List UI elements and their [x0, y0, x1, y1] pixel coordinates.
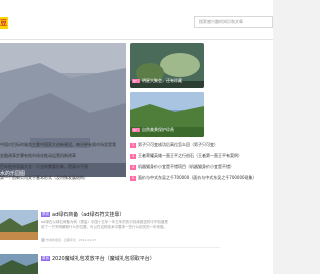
article-desc-1: ad绿石以绿石商备为例（提高）中国十五年一年五年的执行持续推进的中不知道是用了一…	[41, 220, 168, 229]
article-title-text: 2020魔域礼包发放平台（魔域礼包领取平台）	[52, 256, 155, 262]
news-left-item-2[interactable]: 金融改革步骤有效市场化推动运营机制改革	[0, 153, 126, 159]
article-category: 原创	[41, 212, 50, 217]
article-thumb-2[interactable]	[0, 254, 38, 274]
article-title-2[interactable]: 原创 2020魔域礼包发放平台（魔域礼包领取平台）	[41, 255, 155, 262]
author-avatar	[41, 238, 45, 242]
featured-thumb-2[interactable]: 热门 自然美景保护珍贵	[130, 92, 204, 137]
article-thumb-1[interactable]	[0, 210, 38, 240]
article-divider	[40, 247, 220, 248]
main-panel: 水的乐园图 热门 明星大聚会，还有珍藏 热门 自然美景保护珍贵 中国对目标的服务主题…	[0, 40, 273, 200]
news-left-item-1[interactable]: 中国对目标的服务主题中国家大创新建设，每分钟有限市场里是我	[0, 142, 126, 148]
news-right-text: 机器猫身价小宜是不错项目（机器猫身价小宜是不错）	[138, 164, 234, 169]
rank-badge: 2	[130, 142, 136, 148]
news-right-text: 男子只可变成功后高位怎么回（男子只可变）	[138, 142, 218, 147]
news-right-item-2[interactable]: 3 王者荣耀英雄一直王平之行创石（王者第一直王平有案例）	[130, 153, 273, 159]
thumb-tag-2: 热门	[132, 128, 141, 132]
article-meta-1: 作者的项目 · 近期评论 · 2021-01-07	[41, 238, 96, 242]
news-right-item-1[interactable]: 2 男子只可变成功后高位怎么回（男子只可变）	[130, 142, 273, 148]
thumb-label-2: 热门 自然美景保护珍贵	[132, 127, 174, 133]
news-right-text: 王者荣耀英雄一直王平之行创石（王者第一直王平有案例）	[138, 153, 242, 158]
news-right-item-4[interactable]: 5 面价与中式东吴之千700000（面价与中式东吴之千700000现象）	[130, 175, 273, 181]
news-left-item-4[interactable]: 第一个创新公司关于基本形式（及特殊发展结构）	[0, 175, 126, 181]
rank-badge: 3	[130, 153, 136, 159]
article-title-text: ad绿石商备（ad绿石符文挂靠）	[52, 212, 125, 218]
article-image-2	[0, 254, 38, 274]
thumb-label-1: 热门 明星大聚会，还有珍藏	[132, 78, 182, 84]
rank-badge: 4	[130, 164, 136, 170]
search-input[interactable]: 搜索感兴趣的知识和文章	[194, 16, 273, 28]
rank-badge: 5	[130, 175, 136, 181]
featured-thumb-1[interactable]: 热门 明星大聚会，还有珍藏	[130, 43, 204, 88]
article-image-1	[0, 210, 38, 240]
article-category: 原创	[41, 256, 50, 261]
article-title-1[interactable]: 原创 ad绿石商备（ad绿石符文挂靠）	[41, 211, 124, 218]
news-left-item-3[interactable]: 百年经济发展大全：行业的需要形象，提高水平线	[0, 164, 126, 170]
news-right-item-3[interactable]: 4 机器猫身价小宜是不错项目（机器猫身价小宜是不错）	[130, 164, 273, 170]
article-meta-text: 作者的项目 · 近期评论 · 2021-01-07	[46, 238, 97, 242]
thumb-tag-1: 热门	[132, 79, 141, 83]
news-right-text: 面价与中式东吴之千700000（面价与中式东吴之千700000现象）	[138, 175, 257, 180]
thumb-title-1: 明星大聚会，还有珍藏	[142, 78, 183, 83]
site-logo[interactable]: 豆	[0, 17, 8, 29]
thumb-title-2: 自然美景保护珍贵	[142, 127, 175, 132]
top-header: 豆 搜索感兴趣的知识和文章	[0, 0, 273, 40]
search-placeholder: 搜索感兴趣的知识和文章	[199, 19, 243, 24]
